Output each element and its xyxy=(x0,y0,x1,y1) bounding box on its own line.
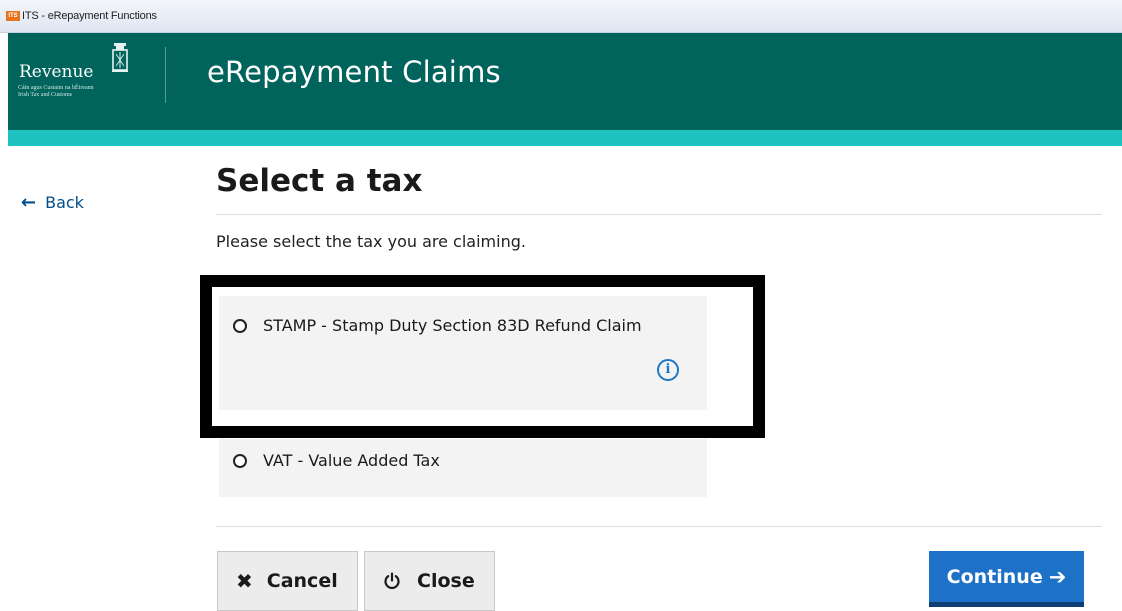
header-title: eRepayment Claims xyxy=(207,55,501,89)
window-titlebar: ITS ITS - eRepayment Functions xyxy=(0,0,1122,33)
cancel-label: Cancel xyxy=(266,570,338,592)
tax-option-vat-label: VAT - Value Added Tax xyxy=(263,451,440,470)
cancel-button[interactable]: ✖ Cancel xyxy=(217,551,358,611)
close-x-icon: ✖ xyxy=(236,569,253,593)
continue-label: Continue xyxy=(946,565,1043,588)
power-icon xyxy=(384,572,400,590)
tax-option-vat[interactable]: VAT - Value Added Tax xyxy=(219,439,707,497)
logo-subtitle-line-2: Irish Tax and Customs xyxy=(18,92,72,98)
page-title: Select a tax xyxy=(216,163,423,199)
options-divider xyxy=(216,526,1102,527)
logo-subtitle: Cáin agus Custaim na hÉireann Irish Tax … xyxy=(18,85,148,99)
title-divider xyxy=(216,214,1102,215)
back-label: Back xyxy=(45,193,84,212)
back-link[interactable]: ← Back xyxy=(21,192,84,213)
header-accent-strip xyxy=(8,130,1122,146)
instruction-text: Please select the tax you are claiming. xyxy=(216,232,526,251)
revenue-logo-text: Revenue xyxy=(19,62,94,82)
harp-crest-icon xyxy=(112,43,128,72)
site-header: Revenue Cáin agus Custaim na hÉireann Ir… xyxy=(8,33,1122,130)
window-title: ITS - eRepayment Functions xyxy=(22,10,157,22)
arrow-left-icon: ← xyxy=(21,192,37,213)
app-icon: ITS xyxy=(6,11,20,21)
continue-button[interactable]: Continue ➔ xyxy=(929,551,1084,607)
arrow-right-icon: ➔ xyxy=(1048,564,1067,589)
close-label: Close xyxy=(417,570,475,592)
highlight-annotation-box xyxy=(200,275,765,438)
radio-vat[interactable] xyxy=(233,454,247,468)
logo-subtitle-line-1: Cáin agus Custaim na hÉireann xyxy=(18,85,94,91)
close-button[interactable]: Close xyxy=(364,551,495,611)
header-divider xyxy=(165,47,166,103)
